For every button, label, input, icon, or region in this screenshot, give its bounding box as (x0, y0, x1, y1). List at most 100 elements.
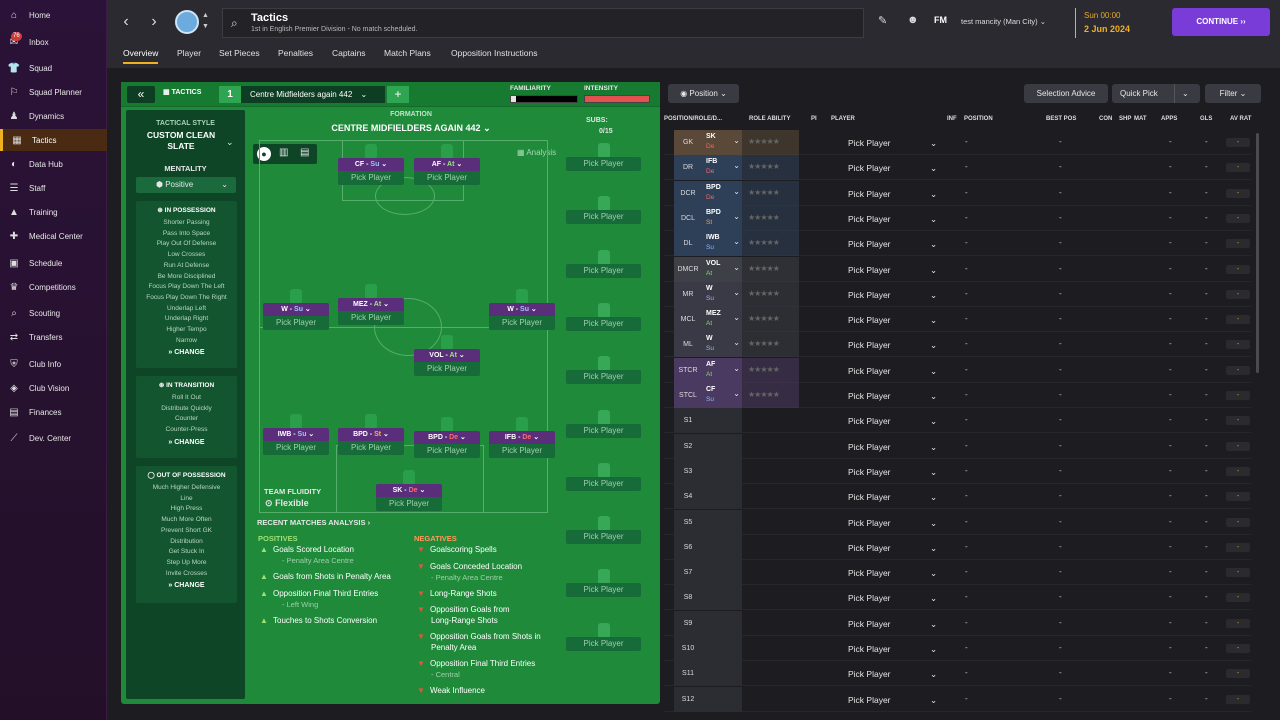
position-view-dropdown[interactable]: ◉ Position ⌄ (668, 84, 739, 103)
scrollbar[interactable] (1256, 133, 1259, 373)
role-duty-dropdown[interactable]: IWB - Su ⌄ (263, 428, 329, 441)
player-slot-w[interactable]: W - Su ⌄ Pick Player (489, 289, 555, 330)
quick-pick-button[interactable]: Quick Pick ⌄ (1112, 84, 1200, 103)
role-duty-dropdown[interactable]: MEZ - At ⌄ (338, 298, 404, 311)
table-row[interactable] (664, 535, 1251, 560)
pick-player-dropdown[interactable]: Pick Player ⌄ (848, 138, 937, 148)
sub-slot[interactable]: Pick Player (566, 196, 641, 225)
tab-set-pieces[interactable]: Set Pieces (219, 48, 260, 58)
tab-player[interactable]: Player (177, 48, 201, 58)
role-dropdown[interactable] (702, 433, 742, 459)
player-slot-sk[interactable]: SK - De ⌄ Pick Player (376, 470, 442, 511)
role-duty-dropdown[interactable]: AF - At ⌄ (414, 158, 480, 171)
pick-player-dropdown[interactable]: Pick Player ⌄ (848, 265, 937, 275)
sidebar-item-dynamics[interactable]: ♟ Dynamics (0, 105, 107, 127)
sub-slot[interactable]: Pick Player (566, 516, 641, 545)
tactic-name-dropdown[interactable]: Centre Midfielders again 442 ⌄ (241, 86, 385, 103)
role-dropdown[interactable] (702, 534, 742, 560)
sidebar-item-club-info[interactable]: ⛨ Club Info (0, 353, 107, 375)
column-header[interactable]: POSITION/ROLE/D... (664, 116, 722, 122)
table-row[interactable] (664, 560, 1251, 586)
role-duty-dropdown[interactable]: IFB - De ⌄ (489, 431, 555, 444)
continue-button[interactable]: CONTINUE ›› (1172, 8, 1270, 36)
filter-button[interactable]: Filter ⌄ (1205, 84, 1261, 103)
role-dropdown[interactable]: W Su ⌄ (702, 332, 742, 358)
role-dropdown[interactable]: VOL At ⌄ (702, 256, 742, 282)
pick-player-dropdown[interactable]: Pick Player ⌄ (848, 669, 937, 679)
pick-player-dropdown[interactable]: Pick Player ⌄ (848, 467, 937, 477)
tab-overview[interactable]: Overview (123, 48, 159, 64)
sidebar-item-squad[interactable]: 👕 Squad (0, 57, 107, 79)
pick-player-dropdown[interactable]: Pick Player ⌄ (848, 290, 937, 300)
role-duty-dropdown[interactable]: BPD - St ⌄ (338, 428, 404, 441)
sub-slot[interactable]: Pick Player (566, 143, 641, 171)
role-dropdown[interactable] (702, 661, 742, 687)
table-row[interactable] (664, 687, 1251, 712)
pick-player-dropdown[interactable]: Pick Player (414, 362, 480, 376)
sub-slot[interactable]: Pick Player (566, 302, 641, 331)
tactic-slot[interactable]: 1 (219, 86, 241, 103)
sub-slot[interactable]: Pick Player (566, 569, 641, 598)
change-button[interactable]: » CHANGE (136, 349, 237, 356)
player-slot-bpd[interactable]: BPD - St ⌄ Pick Player (338, 414, 404, 455)
pick-player-dropdown[interactable]: Pick Player (263, 441, 329, 455)
table-row[interactable] (664, 585, 1251, 611)
intensity-bar[interactable] (584, 95, 650, 103)
manager-face-icon[interactable]: ☻ (907, 14, 919, 26)
back-icon[interactable]: ‹ (115, 9, 137, 35)
selection-advice-button[interactable]: Selection Advice (1024, 84, 1108, 103)
sidebar-item-training[interactable]: ▲ Training (0, 201, 107, 223)
column-header[interactable]: APPS (1161, 116, 1177, 122)
sidebar-item-schedule[interactable]: ▣ Schedule (0, 252, 107, 274)
role-duty-dropdown[interactable]: VOL - At ⌄ (414, 349, 480, 362)
role-dropdown[interactable] (702, 509, 742, 535)
table-row[interactable] (664, 484, 1251, 510)
sidebar-item-data-hub[interactable]: ◐ Data Hub (0, 153, 107, 175)
tab-opposition-instructions[interactable]: Opposition Instructions (451, 48, 537, 58)
role-dropdown[interactable]: IFB De ⌄ (702, 155, 742, 181)
club-crest-icon[interactable] (175, 10, 199, 34)
pick-player-dropdown[interactable]: Pick Player (338, 441, 404, 455)
sub-slot[interactable]: Pick Player (566, 356, 641, 385)
manager-dropdown[interactable]: test mancity (Man City) ⌄ (961, 17, 1046, 26)
sidebar-item-dev-center[interactable]: ⟋ Dev. Center (0, 427, 107, 449)
role-dropdown[interactable]: AF At ⌄ (702, 357, 742, 383)
tab-penalties[interactable]: Penalties (278, 48, 313, 58)
role-dropdown[interactable] (702, 408, 742, 434)
column-header[interactable]: MAT (1134, 116, 1147, 122)
table-row[interactable] (664, 408, 1251, 434)
pick-player-dropdown[interactable]: Pick Player (566, 476, 641, 491)
pick-player-dropdown[interactable]: Pick Player (566, 423, 641, 438)
column-header[interactable]: BEST POS (1046, 116, 1076, 122)
column-header[interactable]: GLS (1200, 116, 1212, 122)
pick-player-dropdown[interactable]: Pick Player ⌄ (848, 593, 937, 603)
column-header[interactable]: ROLE ABILITY (749, 116, 790, 122)
sidebar-item-club-vision[interactable]: ◈ Club Vision (0, 377, 107, 399)
pick-player-dropdown[interactable]: Pick Player ⌄ (848, 189, 937, 199)
pick-player-dropdown[interactable]: Pick Player ⌄ (848, 619, 937, 629)
pick-player-dropdown[interactable]: Pick Player ⌄ (848, 518, 937, 528)
player-slot-iwb[interactable]: IWB - Su ⌄ Pick Player (263, 414, 329, 455)
sub-slot[interactable]: Pick Player (566, 409, 641, 438)
tactical-style[interactable]: CUSTOM CLEAN SLATE (140, 130, 222, 152)
recent-matches-analysis-link[interactable]: RECENT MATCHES ANALYSIS › (257, 518, 370, 527)
pick-player-dropdown[interactable]: Pick Player ⌄ (848, 214, 937, 224)
role-dropdown[interactable]: W Su ⌄ (702, 281, 742, 307)
player-slot-w[interactable]: W - Su ⌄ Pick Player (263, 289, 329, 330)
table-row[interactable] (664, 510, 1251, 535)
formation-dropdown[interactable]: CENTRE MIDFIELDERS AGAIN 442 ⌄ (321, 123, 501, 134)
sub-slot[interactable]: Pick Player (566, 622, 641, 651)
pick-player-dropdown[interactable]: Pick Player (566, 210, 641, 225)
role-dropdown[interactable] (702, 686, 742, 712)
role-dropdown[interactable] (702, 484, 742, 510)
chevron-down-icon[interactable]: ⌄ (226, 137, 234, 148)
pick-player-dropdown[interactable]: Pick Player ⌄ (848, 695, 937, 705)
player-slot-mez[interactable]: MEZ - At ⌄ Pick Player (338, 284, 404, 325)
sidebar-item-medical-center[interactable]: ✚ Medical Center (0, 225, 107, 247)
player-slot-vol[interactable]: VOL - At ⌄ Pick Player (414, 335, 480, 376)
pick-player-dropdown[interactable]: Pick Player ⌄ (848, 644, 937, 654)
sidebar-item-finances[interactable]: ▤ Finances (0, 401, 107, 423)
pick-player-dropdown[interactable]: Pick Player (263, 316, 329, 330)
pick-player-dropdown[interactable]: Pick Player (338, 311, 404, 325)
sidebar-item-staff[interactable]: ☰ Staff (0, 177, 107, 199)
